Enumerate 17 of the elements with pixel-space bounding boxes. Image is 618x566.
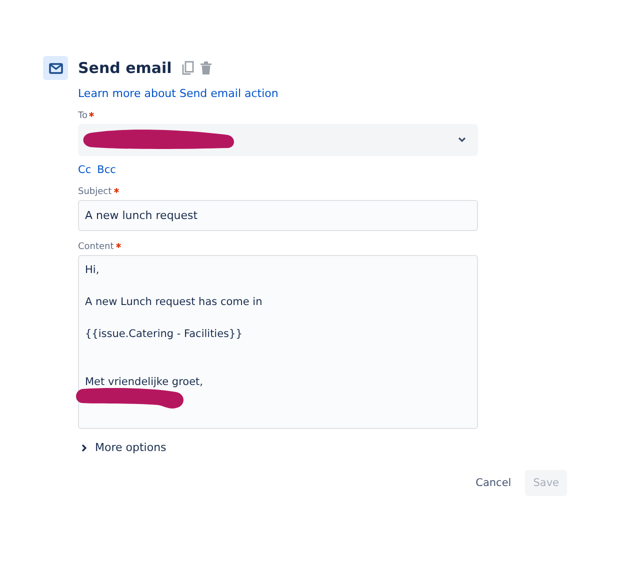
envelope-icon	[48, 62, 62, 74]
more-options-toggle[interactable]: More options	[78, 441, 166, 454]
recipient-dropdown[interactable]	[78, 124, 478, 156]
cancel-button[interactable]: Cancel	[468, 470, 520, 496]
chevron-right-icon	[81, 444, 87, 452]
subject-field[interactable]: A new lunch request	[78, 200, 478, 231]
recipient-link[interactable]: Cc	[78, 164, 92, 176]
recipient-link[interactable]: Bcc	[97, 164, 116, 176]
learn-more-link[interactable]: Learn more about Send email action	[78, 87, 478, 100]
content-field[interactable]: Hi, A new Lunch request has come in {{issue.Catering - Facilities}} Met vriendelijke groet,	[78, 255, 478, 429]
chevron-down-icon	[458, 137, 466, 142]
action-title: Send email	[78, 59, 172, 77]
trash-icon[interactable]	[200, 61, 212, 75]
field-label: Subject	[78, 187, 112, 197]
field-label: To	[78, 111, 88, 121]
copy-icon[interactable]	[182, 61, 194, 75]
field-label: Content	[78, 242, 114, 252]
